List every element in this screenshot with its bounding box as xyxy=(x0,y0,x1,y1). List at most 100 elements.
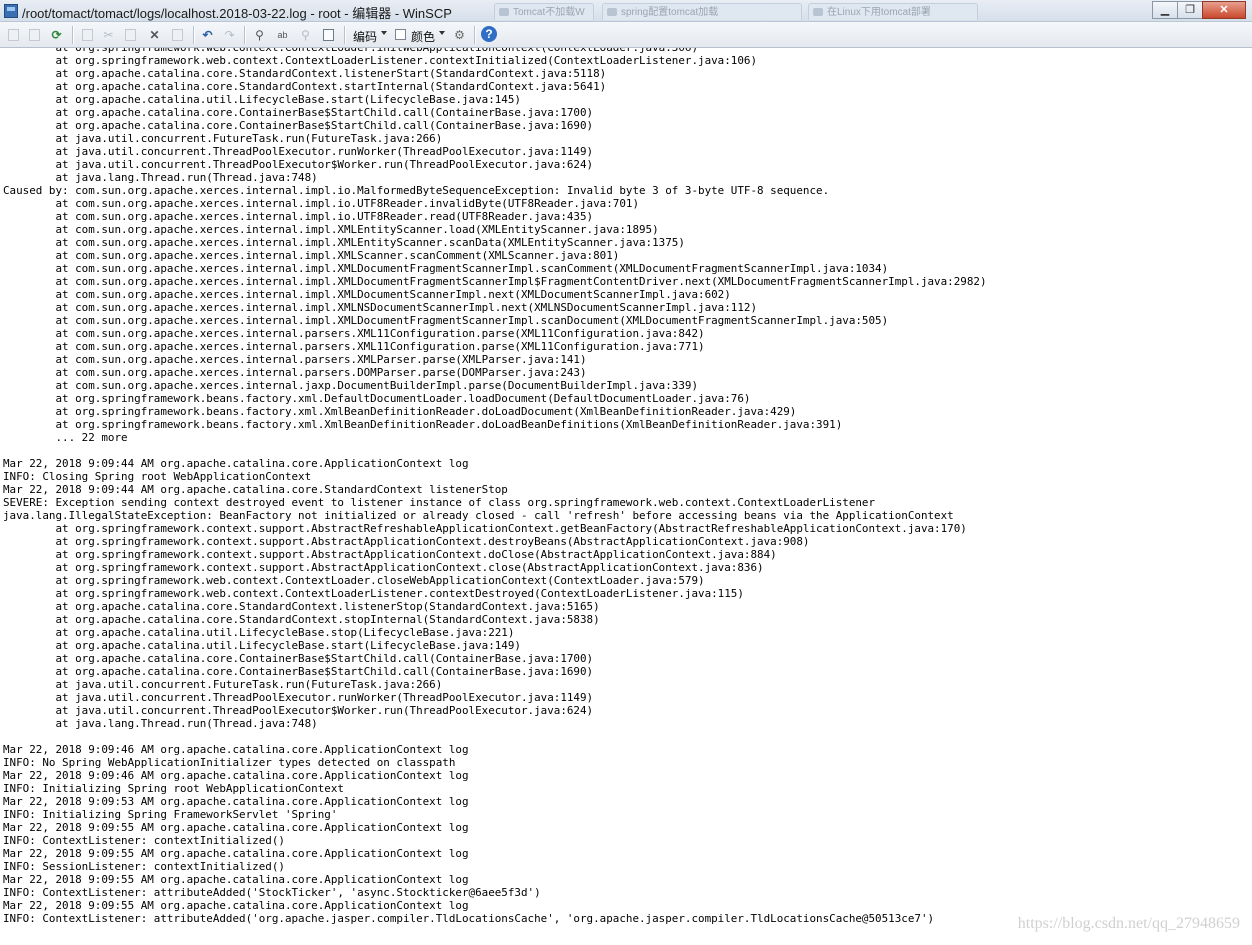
log-line: at com.sun.org.apache.xerces.internal.im… xyxy=(3,236,685,249)
log-line: INFO: Initializing Spring root WebApplic… xyxy=(3,782,344,795)
log-line: at java.util.concurrent.FutureTask.run(F… xyxy=(3,132,443,145)
log-line: INFO: ContextListener: attributeAdded('S… xyxy=(3,886,541,899)
log-line: at org.apache.catalina.core.ContainerBas… xyxy=(3,665,594,678)
log-line: at com.sun.org.apache.xerces.internal.im… xyxy=(3,262,889,275)
toolbar-separator xyxy=(344,26,346,44)
log-line: at com.sun.org.apache.xerces.internal.im… xyxy=(3,249,620,262)
log-line: Mar 22, 2018 9:09:46 AM org.apache.catal… xyxy=(3,769,469,782)
log-line: at org.apache.catalina.core.StandardCont… xyxy=(3,67,607,80)
log-line: at org.apache.catalina.core.StandardCont… xyxy=(3,80,607,93)
log-line: at com.sun.org.apache.xerces.internal.pa… xyxy=(3,340,705,353)
log-line: Mar 22, 2018 9:09:53 AM org.apache.catal… xyxy=(3,795,469,808)
undo-icon[interactable]: ↶ xyxy=(199,26,216,43)
log-line: at java.util.concurrent.FutureTask.run(F… xyxy=(3,678,443,691)
color-dropdown-icon[interactable] xyxy=(439,31,445,35)
log-line: at org.apache.catalina.util.LifecycleBas… xyxy=(3,639,521,652)
window-title: /root/tomact/tomact/logs/localhost.2018-… xyxy=(22,6,452,21)
log-line: at com.sun.org.apache.xerces.internal.im… xyxy=(3,301,758,314)
log-line: at com.sun.org.apache.xerces.internal.im… xyxy=(3,275,987,288)
log-line: INFO: SessionListener: contextInitialize… xyxy=(3,860,285,873)
log-line: at com.sun.org.apache.xerces.internal.im… xyxy=(3,314,889,327)
log-line: at org.apache.catalina.util.LifecycleBas… xyxy=(3,626,515,639)
background-tab-2[interactable]: spring配置tomcat加载 xyxy=(602,3,802,20)
encoding-menu[interactable]: 编码 xyxy=(353,28,377,45)
log-line: SEVERE: Exception sending context destro… xyxy=(3,496,876,509)
find-icon[interactable]: ⚲ xyxy=(251,26,268,43)
log-line: Mar 22, 2018 9:09:46 AM org.apache.catal… xyxy=(3,743,469,756)
close-button[interactable]: ✕ xyxy=(1202,1,1246,19)
winscp-app-icon xyxy=(4,4,18,18)
paste-icon[interactable] xyxy=(122,26,139,43)
log-line: Mar 22, 2018 9:09:44 AM org.apache.catal… xyxy=(3,483,508,496)
log-line: at org.apache.catalina.core.StandardCont… xyxy=(3,600,600,613)
log-line: Caused by: com.sun.org.apache.xerces.int… xyxy=(3,184,830,197)
log-line: at java.util.concurrent.ThreadPoolExecut… xyxy=(3,158,594,171)
log-line: at org.springframework.beans.factory.xml… xyxy=(3,392,751,405)
log-line: at org.apache.catalina.core.ContainerBas… xyxy=(3,652,594,665)
reload-icon[interactable]: ⟳ xyxy=(48,26,65,43)
color-checkbox[interactable] xyxy=(395,29,406,40)
log-line: at org.springframework.web.context.Conte… xyxy=(3,54,758,67)
log-line: java.lang.IllegalStateException: BeanFac… xyxy=(3,509,954,522)
log-line: INFO: Initializing Spring FrameworkServl… xyxy=(3,808,338,821)
toolbar-separator xyxy=(244,26,246,44)
save-all-icon[interactable] xyxy=(26,26,43,43)
log-text[interactable]: at org.springframework.web.context.Conte… xyxy=(3,48,987,925)
copy-icon[interactable] xyxy=(79,26,96,43)
text-editor[interactable]: at org.springframework.web.context.Conte… xyxy=(0,48,1252,945)
log-line: INFO: ContextListener: contextInitialize… xyxy=(3,834,285,847)
save-icon[interactable] xyxy=(5,26,22,43)
log-line: at com.sun.org.apache.xerces.internal.pa… xyxy=(3,353,587,366)
log-line: ... 22 more xyxy=(3,431,128,444)
log-line: at com.sun.org.apache.xerces.internal.pa… xyxy=(3,366,587,379)
log-line: at com.sun.org.apache.xerces.internal.im… xyxy=(3,223,659,236)
log-line: at org.apache.catalina.core.ContainerBas… xyxy=(3,119,594,132)
toolbar-separator xyxy=(474,26,476,44)
title-bar[interactable]: /root/tomact/tomact/logs/localhost.2018-… xyxy=(0,0,1252,22)
minimize-button[interactable]: ▁ xyxy=(1152,1,1178,19)
log-line: at org.apache.catalina.core.StandardCont… xyxy=(3,613,600,626)
cut-icon[interactable]: ✂ xyxy=(100,26,117,43)
log-line: at org.apache.catalina.core.ContainerBas… xyxy=(3,106,594,119)
log-line: at org.springframework.web.context.Conte… xyxy=(3,574,705,587)
log-line: Mar 22, 2018 9:09:55 AM org.apache.catal… xyxy=(3,821,469,834)
log-line: at java.lang.Thread.run(Thread.java:748) xyxy=(3,171,318,184)
background-tab-3[interactable]: 在Linux下用tomcat部署 xyxy=(808,3,978,20)
background-tab-1[interactable]: Tomcat不加载W xyxy=(494,3,594,20)
log-line: at com.sun.org.apache.xerces.internal.ja… xyxy=(3,379,699,392)
encoding-dropdown-icon[interactable] xyxy=(381,31,387,35)
find-next-icon[interactable]: ⚲ xyxy=(297,26,314,43)
window-controls: ▁ ❐ ✕ xyxy=(1152,1,1246,19)
color-menu[interactable]: 颜色 xyxy=(411,28,435,45)
toolbar-separator xyxy=(72,26,74,44)
log-line: at org.springframework.context.support.A… xyxy=(3,535,810,548)
toolbar-separator xyxy=(193,26,195,44)
help-icon[interactable]: ? xyxy=(481,26,497,42)
log-line: at java.util.concurrent.ThreadPoolExecut… xyxy=(3,691,594,704)
gear-icon[interactable]: ⚙ xyxy=(451,26,468,43)
goto-line-icon[interactable] xyxy=(320,26,337,43)
log-line: at com.sun.org.apache.xerces.internal.im… xyxy=(3,197,640,210)
replace-icon[interactable]: ab xyxy=(274,26,291,43)
log-line: at com.sun.org.apache.xerces.internal.im… xyxy=(3,210,594,223)
log-line: at java.util.concurrent.ThreadPoolExecut… xyxy=(3,145,594,158)
log-line: Mar 22, 2018 9:09:55 AM org.apache.catal… xyxy=(3,847,469,860)
log-line: INFO: No Spring WebApplicationInitialize… xyxy=(3,756,456,769)
log-line: at org.springframework.beans.factory.xml… xyxy=(3,405,797,418)
log-line: at org.springframework.context.support.A… xyxy=(3,522,967,535)
log-line: at org.springframework.web.context.Conte… xyxy=(3,587,744,600)
select-all-icon[interactable] xyxy=(169,26,186,43)
log-line: at org.springframework.context.support.A… xyxy=(3,561,764,574)
watermark: https://blog.csdn.net/qq_27948659 xyxy=(1017,915,1240,932)
log-line: at com.sun.org.apache.xerces.internal.im… xyxy=(3,288,731,301)
log-line: Mar 22, 2018 9:09:44 AM org.apache.catal… xyxy=(3,457,469,470)
log-line: at com.sun.org.apache.xerces.internal.pa… xyxy=(3,327,705,340)
log-line: Mar 22, 2018 9:09:55 AM org.apache.catal… xyxy=(3,899,469,912)
delete-icon[interactable]: ✕ xyxy=(146,26,163,43)
editor-toolbar: ⟳ ✂ ✕ ↶ ↷ ⚲ ab ⚲ 编码 颜色 ⚙ ? xyxy=(0,22,1252,48)
redo-icon[interactable]: ↷ xyxy=(221,26,238,43)
maximize-button[interactable]: ❐ xyxy=(1177,1,1203,19)
log-line: at java.lang.Thread.run(Thread.java:748) xyxy=(3,717,318,730)
